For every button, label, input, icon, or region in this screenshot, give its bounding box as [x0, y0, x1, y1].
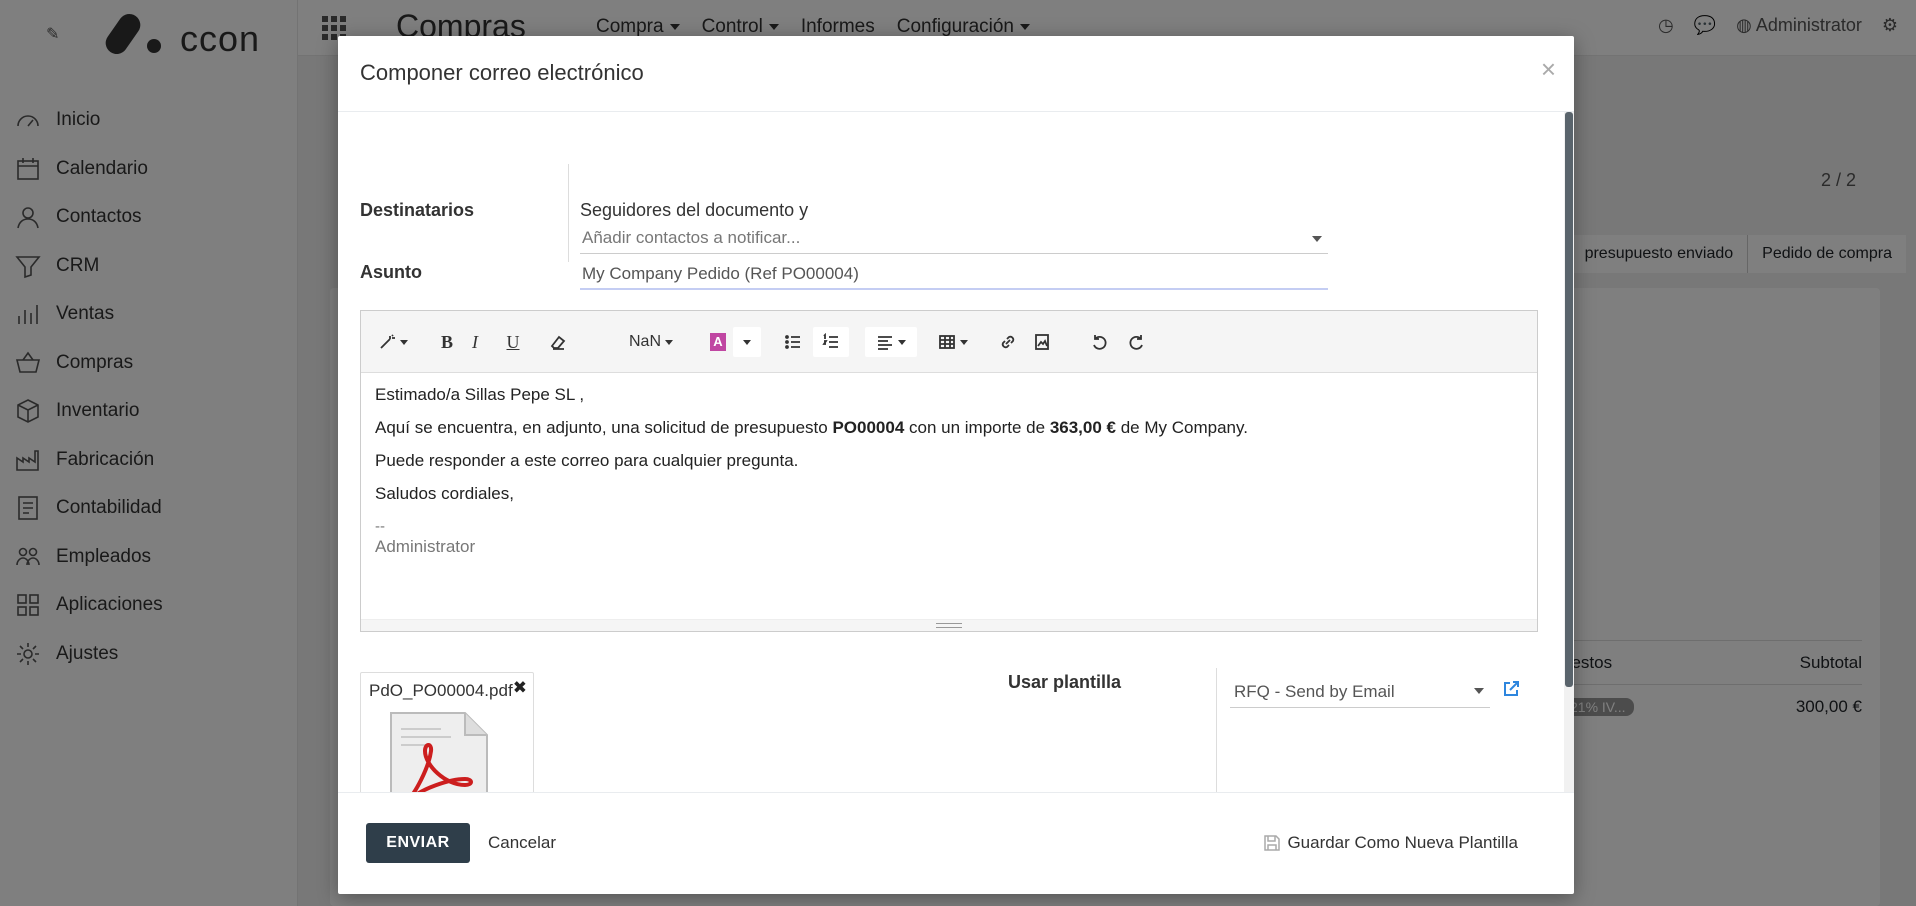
- signature-separator: --: [375, 518, 385, 535]
- image-icon: [1035, 334, 1049, 350]
- align-dropdown-button[interactable]: [865, 327, 917, 357]
- modal-header: Componer correo electrónico ×: [338, 36, 1574, 112]
- body-text: Aquí se encuentra, en adjunto, una solic…: [375, 418, 833, 437]
- recipients-input[interactable]: Añadir contactos a notificar...: [580, 226, 1328, 254]
- link-icon: [1001, 335, 1015, 349]
- modal-footer: ENVIAR Cancelar Guardar Como Nueva Plant…: [338, 792, 1574, 894]
- eraser-icon: [550, 335, 566, 350]
- attachment-card[interactable]: PdO_PO00004.pdf ✖: [360, 672, 534, 792]
- body-text: de My Company.: [1116, 418, 1248, 437]
- undo-icon: [1093, 335, 1107, 350]
- align-left-icon: [878, 336, 892, 350]
- undo-button[interactable]: [1089, 327, 1111, 357]
- save-template-label: Guardar Como Nueva Plantilla: [1287, 833, 1518, 852]
- template-label: Usar plantilla: [1008, 672, 1122, 692]
- font-size-dropdown[interactable]: NaN: [625, 327, 677, 357]
- modal-body: Destinatarios Seguidores del documento y…: [338, 112, 1574, 792]
- compose-email-dialog: Componer correo electrónico × Destinatar…: [338, 36, 1574, 894]
- modal-scrollbar[interactable]: [1564, 112, 1574, 792]
- email-body-editor: B I U NaN A Estimado/a Sillas Pepe SL , …: [360, 310, 1538, 632]
- italic-button[interactable]: I: [465, 327, 485, 357]
- font-color-icon: A: [710, 333, 726, 351]
- label-separator: [568, 164, 569, 262]
- attachment-name: PdO_PO00004.pdf: [369, 681, 513, 700]
- magic-wand-icon: [380, 334, 395, 349]
- email-body-content[interactable]: Estimado/a Sillas Pepe SL , Aquí se encu…: [361, 373, 1537, 569]
- table-dropdown-button[interactable]: [935, 327, 971, 357]
- bold-button[interactable]: B: [437, 327, 457, 357]
- numbered-list-button[interactable]: [813, 327, 849, 357]
- floppy-disk-icon: [1264, 835, 1281, 851]
- template-select[interactable]: RFQ - Send by Email: [1230, 678, 1490, 708]
- body-text: con un importe de: [904, 418, 1050, 437]
- subject-input[interactable]: My Company Pedido (Ref PO00004): [580, 262, 1328, 290]
- recipients-followers-text: Seguidores del documento y: [580, 200, 809, 220]
- external-link-icon[interactable]: [1502, 680, 1520, 698]
- modal-title: Componer correo electrónico: [360, 60, 644, 85]
- body-line-2: Puede responder a este correo para cualq…: [375, 451, 799, 470]
- subject-label: Asunto: [360, 262, 422, 282]
- editor-toolbar: B I U NaN A: [361, 311, 1537, 373]
- save-as-template-button[interactable]: Guardar Como Nueva Plantilla: [1263, 833, 1518, 853]
- table-icon: [939, 335, 955, 349]
- font-size-value: NaN: [628, 333, 661, 350]
- editor-resize-handle[interactable]: [361, 619, 1537, 631]
- numbered-list-icon: [822, 333, 838, 348]
- redo-button[interactable]: [1125, 327, 1147, 357]
- remove-attachment-icon[interactable]: ✖: [513, 678, 527, 698]
- color-dropdown-button[interactable]: [733, 327, 761, 357]
- cancel-button[interactable]: Cancelar: [488, 833, 556, 853]
- send-button[interactable]: ENVIAR: [366, 823, 470, 863]
- signature-name: Administrator: [375, 537, 476, 556]
- style-button[interactable]: [375, 327, 411, 357]
- chevron-down-icon[interactable]: [1312, 236, 1322, 242]
- redo-icon: [1129, 335, 1143, 350]
- underline-button[interactable]: U: [503, 327, 523, 357]
- subject-value: My Company Pedido (Ref PO00004): [582, 264, 859, 283]
- image-button[interactable]: [1031, 327, 1053, 357]
- bullet-list-button[interactable]: [781, 327, 805, 357]
- template-separator: [1216, 668, 1217, 792]
- close-icon[interactable]: ×: [1541, 54, 1556, 85]
- closing-line: Saludos cordiales,: [375, 484, 514, 503]
- recipients-placeholder: Añadir contactos a notificar...: [582, 228, 801, 247]
- link-button[interactable]: [997, 327, 1019, 357]
- chevron-down-icon[interactable]: [1474, 688, 1484, 694]
- bullet-list-icon: [785, 335, 800, 349]
- scrollbar-thumb[interactable]: [1565, 112, 1573, 687]
- pdf-file-icon: [390, 712, 488, 792]
- clear-format-button[interactable]: [547, 327, 569, 357]
- order-reference: PO00004: [832, 418, 905, 437]
- text-color-button[interactable]: A: [707, 327, 729, 357]
- recipients-label: Destinatarios: [360, 200, 475, 220]
- greeting-line: Estimado/a Sillas Pepe SL ,: [375, 385, 585, 404]
- order-amount: 363,00 €: [1049, 418, 1116, 437]
- body-line-1: Aquí se encuentra, en adjunto, una solic…: [375, 418, 1523, 438]
- template-value: RFQ - Send by Email: [1234, 682, 1395, 701]
